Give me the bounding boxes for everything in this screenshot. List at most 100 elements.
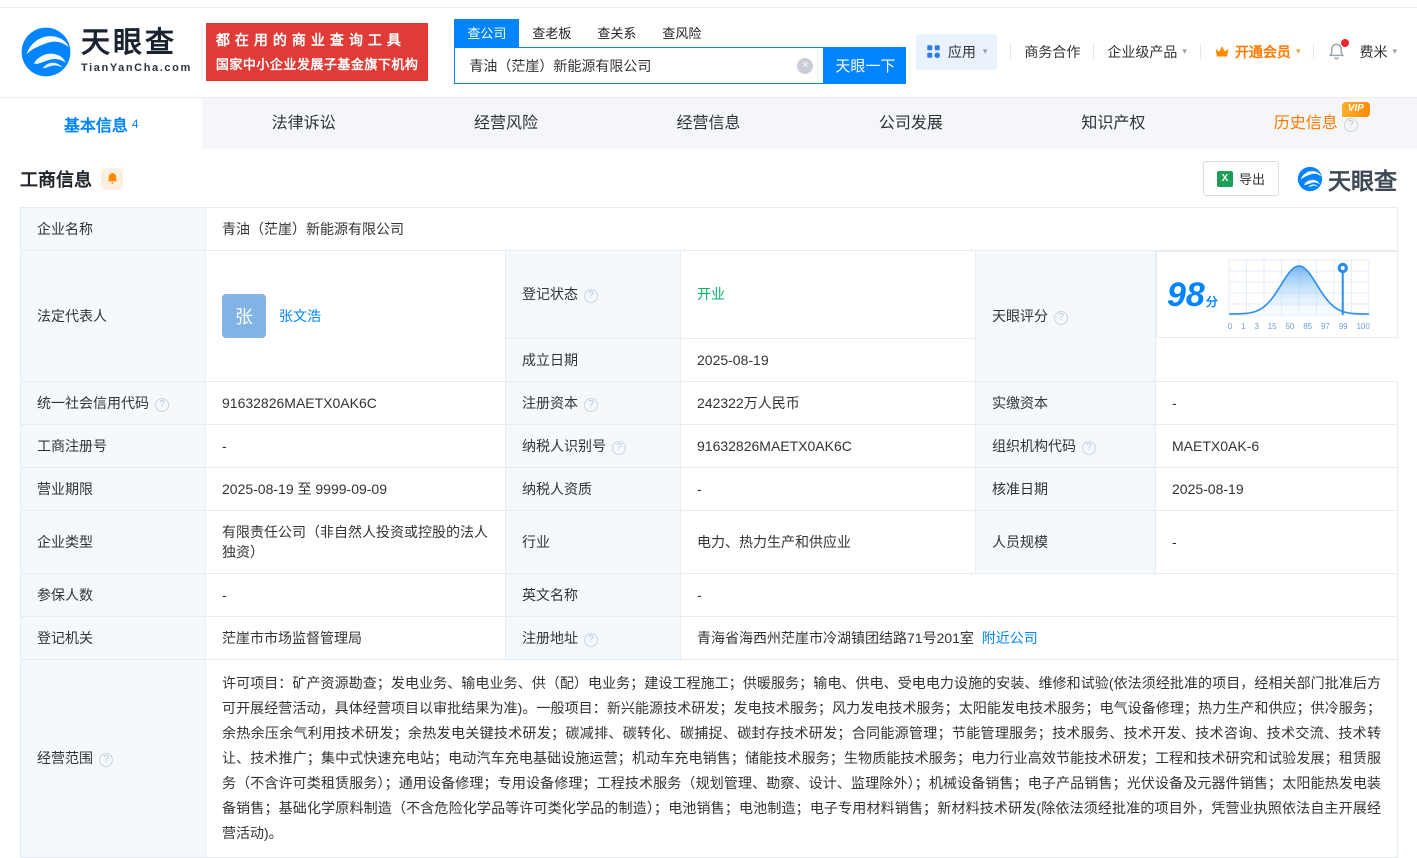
legal-rep-cell: 张 张文浩 [206,251,506,382]
tab-intellectual-property[interactable]: 知识产权 [1012,98,1214,149]
tab-count: 4 [132,117,139,131]
table-row: 营业期限 2025-08-19 至 9999-09-09 纳税人资质 - 核准日… [21,467,1398,510]
avatar[interactable]: 张 [222,294,266,338]
tianyancha-logo[interactable]: 天眼查 TianYanCha.com [20,26,192,78]
search-button[interactable]: 天眼一下 [824,47,906,84]
field-label: 英文名称 [506,573,681,616]
field-label: 天眼评分? [976,251,1156,382]
score-tick-label: 0 [1228,322,1232,331]
nav-cooperation[interactable]: 商务合作 [1024,42,1080,62]
field-label: 核准日期 [976,467,1156,510]
score-tick-label: 50 [1285,322,1294,331]
brand-text: 天眼查 [1328,162,1397,196]
taxpayer-id-value: 91632826MAETX0AK6C [681,424,976,467]
crown-icon [1214,45,1230,59]
taxpayer-quality-value: - [681,467,976,510]
score-distribution-chart [1228,258,1370,318]
notifications-button[interactable] [1327,42,1346,61]
business-info-table: 企业名称 青油（茫崖）新能源有限公司 法定代表人 张 张文浩 登记状态? 开业 … [20,207,1398,858]
help-icon[interactable]: ? [584,633,598,647]
search-area: 查公司 查老板 查关系 查风险 × 天眼一下 [454,19,906,84]
field-label: 企业类型 [21,510,206,573]
establish-date-value: 2025-08-19 [681,338,976,381]
nav-divider [1010,44,1011,59]
help-icon[interactable]: ? [1054,311,1068,325]
company-name-value: 青油（茫崖）新能源有限公司 [206,208,1398,251]
score-number: 98分 [1167,278,1218,312]
field-label: 参保人数 [21,573,206,616]
field-label: 人员规模 [976,510,1156,573]
user-menu[interactable]: 费米 ▾ [1359,42,1397,62]
nearby-companies-link[interactable]: 附近公司 [982,630,1038,646]
search-input[interactable] [467,57,797,75]
apps-menu[interactable]: 应用 ▾ [916,34,998,70]
nav-vip-upgrade[interactable]: 开通会员 ▾ [1214,42,1301,62]
field-label: 纳税人识别号? [506,424,681,467]
field-label: 注册地址? [506,616,681,659]
chevron-down-icon: ▾ [1392,46,1397,57]
clear-icon[interactable]: × [797,58,813,74]
field-label: 登记状态? [506,251,681,339]
search-input-wrap: × [454,47,824,84]
promo-banner: 都在用的商业查询工具 国家中小企业发展子基金旗下机构 [206,23,429,81]
tab-operation-risk[interactable]: 经营风险 [405,98,607,149]
subscribe-bell-button[interactable] [101,168,123,190]
score-tick-label: 85 [1303,322,1312,331]
company-type-value: 有限责任公司（非自然人投资或控股的法人独资） [206,510,506,573]
search-tab-risk[interactable]: 查风险 [649,19,714,47]
search-tab-company[interactable]: 查公司 [454,19,519,47]
brand-watermark: 天眼查 [1297,162,1397,196]
tab-basic-info[interactable]: 基本信息4 [0,98,202,149]
score-tick-label: 1 [1241,322,1245,331]
approval-date-value: 2025-08-19 [1156,467,1398,510]
help-icon[interactable]: ? [612,441,626,455]
vip-badge: VIP [1342,102,1370,117]
table-row: 参保人数 - 英文名称 - [21,573,1398,616]
field-label: 纳税人资质 [506,467,681,510]
field-label: 企业名称 [21,208,206,251]
legal-rep-link[interactable]: 张文浩 [279,306,321,326]
tab-operation-info[interactable]: 经营信息 [607,98,809,149]
table-row: 登记机关 茫崖市市场监督管理局 注册地址? 青海省海西州茫崖市冷湖镇团结路71号… [21,616,1398,659]
score-ticks: 0131550859799100 [1228,322,1370,331]
nav-enterprise[interactable]: 企业级产品 ▾ [1107,42,1187,62]
page-top-divider [0,0,1417,8]
help-icon[interactable]: ? [584,289,598,303]
help-icon[interactable]: ? [99,753,113,767]
field-label: 法定代表人 [21,251,206,382]
tab-history-info[interactable]: 历史信息? VIP [1215,98,1417,149]
promo-line2: 国家中小企业发展子基金旗下机构 [216,54,419,73]
search-tab-relation[interactable]: 查关系 [584,19,649,47]
paid-capital-value: - [1156,381,1398,424]
logo-subtitle: TianYanCha.com [81,62,192,74]
export-button[interactable]: X 导出 [1203,161,1279,196]
tab-legal-litigation[interactable]: 法律诉讼 [202,98,404,149]
org-code-value: MAETX0AK-6 [1156,424,1398,467]
field-label: 实缴资本 [976,381,1156,424]
promo-line1: 都在用的商业查询工具 [216,30,419,50]
notification-dot [1341,39,1349,47]
business-scope-value: 许可项目：矿产资源勘查；发电业务、输电业务、供（配）电业务；建设工程施工；供暖服… [206,659,1398,857]
search-box: × 天眼一下 [454,47,906,84]
insured-count-value: - [206,573,506,616]
username: 费米 [1359,42,1387,62]
business-term-value: 2025-08-19 至 9999-09-09 [206,467,506,510]
score-tick-label: 97 [1321,322,1330,331]
reg-address-cell: 青海省海西州茫崖市冷湖镇团结路71号201室 附近公司 [681,616,1398,659]
help-icon[interactable]: ? [155,398,169,412]
table-row: 法定代表人 张 张文浩 登记状态? 开业 天眼评分? 98分 [21,251,1398,339]
nav-divider [1093,44,1094,59]
help-icon[interactable]: ? [1082,441,1096,455]
search-tab-boss[interactable]: 查老板 [519,19,584,47]
help-icon[interactable]: ? [584,398,598,412]
tab-company-development[interactable]: 公司发展 [810,98,1012,149]
english-name-value: - [681,573,1398,616]
field-label: 成立日期 [506,338,681,381]
field-label: 统一社会信用代码? [21,381,206,424]
credit-code-value: 91632826MAETX0AK6C [206,381,506,424]
help-icon[interactable]: ? [1344,118,1358,132]
score-tick-label: 99 [1339,322,1348,331]
field-label: 组织机构代码? [976,424,1156,467]
reg-number-value: - [206,424,506,467]
reg-capital-value: 242322万人民币 [681,381,976,424]
